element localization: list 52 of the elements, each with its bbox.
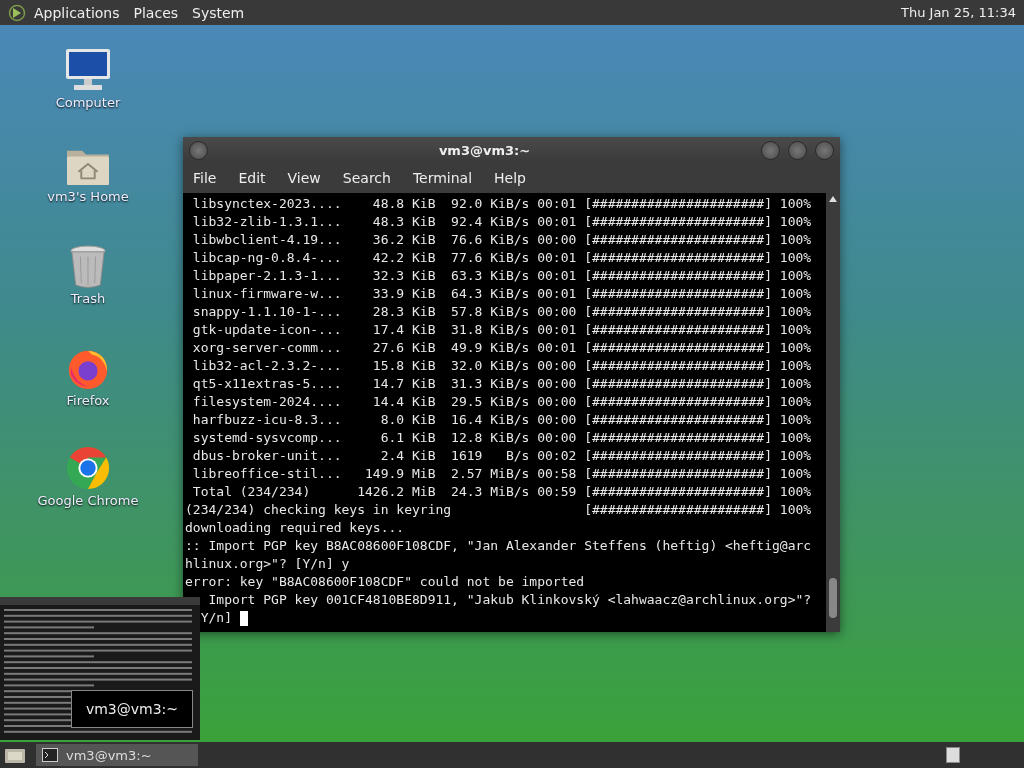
terminal-line: filesystem-2024.... 14.4 KiB 29.5 KiB/s 00:00 [######################] 100%: [191, 393, 812, 411]
menu-item[interactable]: Edit: [238, 170, 266, 186]
taskbar-button[interactable]: vm3@vm3:~: [36, 744, 198, 766]
terminal-line: libwbclient-4.19... 36.2 KiB 76.6 KiB/s 00:00 [######################] 100%: [191, 231, 812, 249]
terminal-line: libpaper-2.1.3-1... 32.3 KiB 63.3 KiB/s 00:01 [######################] 100%: [191, 267, 812, 285]
menu-item[interactable]: View: [287, 170, 321, 186]
workspace-switcher[interactable]: [946, 747, 960, 763]
terminal-line: libreoffice-stil... 149.9 MiB 2.57 MiB/s 00:58 [######################] 100%: [191, 465, 812, 483]
terminal-line: qt5-x11extras-5.... 14.7 KiB 31.3 KiB/s 00:00 [######################] 100%: [191, 375, 812, 393]
window-menu-button[interactable]: [189, 140, 208, 160]
terminal-line: lib32-acl-2.3.2-... 15.8 KiB 32.0 KiB/s 00:00 [######################] 100%: [191, 357, 812, 375]
menu-item[interactable]: File: [193, 170, 217, 186]
window-title: vm3@vm3:~: [437, 142, 532, 158]
maximize-button[interactable]: [788, 140, 807, 160]
panel-menu[interactable]: System: [192, 4, 245, 21]
minimize-button[interactable]: [761, 140, 780, 160]
panel-menu[interactable]: Applications: [34, 4, 120, 21]
terminal-line: snappy-1.1.10-1-... 28.3 KiB 57.8 KiB/s 00:00 [######################] 100%: [191, 303, 812, 321]
menu-item[interactable]: Search: [342, 170, 391, 186]
terminal-line: Total (234/234) 1426.2 MiB 24.3 MiB/s 00:59 [######################] 100%: [191, 483, 812, 501]
menu-item[interactable]: Help: [494, 170, 526, 186]
terminal-line: xorg-server-comm... 27.6 KiB 49.9 KiB/s 00:01 [######################] 100%: [191, 339, 812, 357]
show-desktop-icon[interactable]: [4, 746, 26, 764]
terminal-line: :: Import PGP key B8AC08600F108CDF, "Jan Alexander Steffens (heftig) <heftig@arc: [185, 537, 812, 555]
terminal-line: gtk-update-icon-... 17.4 KiB 31.8 KiB/s 00:01 [######################] 100%: [191, 321, 812, 339]
distro-logo-icon[interactable]: [8, 3, 26, 22]
terminal-line: libcap-ng-0.8.4-... 42.2 KiB 77.6 KiB/s 00:01 [######################] 100%: [191, 249, 812, 267]
text-cursor: [239, 610, 248, 626]
terminal-line: linux-firmware-w... 33.9 KiB 64.3 KiB/s 00:01 [######################] 100%: [191, 285, 812, 303]
terminal-line: Import PGP key 001CF4810BE8D911, "Jakub Klinkovský <lahwaacz@archlinux.org>"?: [207, 591, 812, 609]
scrollbar-thumb[interactable]: [829, 578, 837, 618]
terminal-line: harfbuzz-icu-8.3... 8.0 KiB 16.4 KiB/s 00:00 [######################] 100%: [191, 411, 812, 429]
trash-can-icon[interactable]: [69, 245, 107, 289]
menu-item[interactable]: Terminal: [412, 170, 473, 186]
terminal-line: lib32-zlib-1.3.1... 48.3 KiB 92.4 KiB/s 00:01 [######################] 100%: [191, 213, 812, 231]
terminal-line: dbus-broker-unit... 2.4 KiB 1619 B/s 00:02 [######################] 100%: [191, 447, 812, 465]
panel-clock[interactable]: Thu Jan 25, 11:34: [901, 5, 1016, 20]
scroll-up-arrow-icon[interactable]: [829, 196, 837, 202]
terminal-line: hlinux.org>"? [Y/n] y: [185, 555, 350, 573]
terminal-line: libsynctex-2023.... 48.8 KiB 92.0 KiB/s 00:01 [######################] 100%: [191, 195, 812, 213]
close-button[interactable]: [815, 140, 834, 160]
window-preview-label: vm3@vm3:~: [71, 690, 193, 728]
chrome-ball-icon[interactable]: [65, 445, 111, 491]
terminal-line: systemd-sysvcomp... 6.1 KiB 12.8 KiB/s 00:00 [######################] 100%: [191, 429, 812, 447]
terminal-line: downloading required keys...: [185, 519, 405, 537]
terminal-line: Y/n]: [199, 609, 232, 627]
desktop-icon-label[interactable]: Trash: [70, 291, 106, 306]
terminal-line: (234/234) checking keys in keyring [######################] 100%: [185, 501, 812, 519]
scrollbar[interactable]: [826, 193, 840, 632]
terminal-icon: [42, 748, 58, 762]
terminal-line: error: key "B8AC08600F108CDF" could not be imported: [185, 573, 585, 591]
panel-menu[interactable]: Places: [133, 4, 179, 21]
